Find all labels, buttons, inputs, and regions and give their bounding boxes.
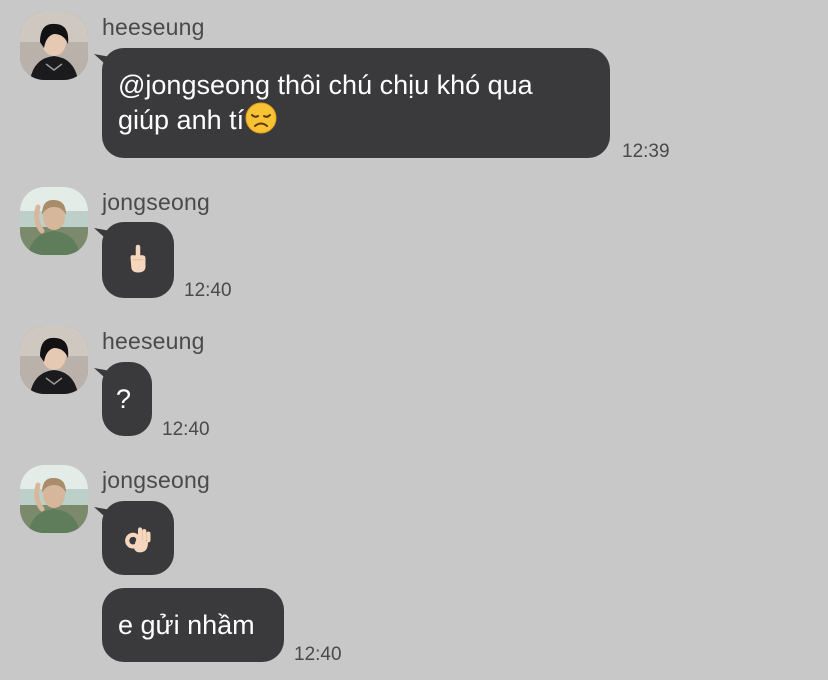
message-bubble[interactable] (94, 222, 174, 298)
sender-name: heeseung (102, 328, 205, 354)
avatar-jongseong[interactable] (20, 187, 88, 255)
disappointed-face-icon (245, 102, 277, 134)
sender-name: heeseung (102, 14, 205, 40)
avatar-person-outdoors-icon (20, 187, 88, 255)
message-time: 12:40 (162, 419, 210, 440)
avatar-person-outdoors-icon (20, 465, 88, 533)
message-bubble[interactable]: ? (94, 362, 152, 436)
message-text: ? (116, 384, 132, 414)
avatar-heeseung[interactable] (20, 12, 88, 80)
message-bubble[interactable]: e gửi nhầm (102, 588, 284, 662)
sender-name: jongseong (102, 467, 210, 493)
message-text: e gửi nhầm (118, 610, 255, 640)
middle-finger-icon (130, 244, 146, 273)
ok-hand-icon (125, 527, 151, 553)
avatar-dark-hair-person-icon (20, 326, 88, 394)
message-time: 12:40 (184, 280, 232, 301)
message-bubble[interactable] (94, 501, 174, 575)
sender-name: jongseong (102, 189, 210, 215)
bubble-tail (94, 368, 114, 386)
message-text: @jongseong thôi chú chịu khó qua giúp an… (118, 70, 533, 135)
message-time: 12:40 (294, 644, 342, 665)
bubble-tail (94, 54, 114, 72)
message-bubble[interactable]: @jongseong thôi chú chịu khó qua giúp an… (94, 48, 610, 158)
bubble-tail (94, 507, 114, 525)
avatar-heeseung[interactable] (20, 326, 88, 394)
avatar-dark-hair-person-icon (20, 12, 88, 80)
bubble-tail (94, 228, 114, 246)
avatar-jongseong[interactable] (20, 465, 88, 533)
message-time: 12:39 (622, 141, 670, 162)
